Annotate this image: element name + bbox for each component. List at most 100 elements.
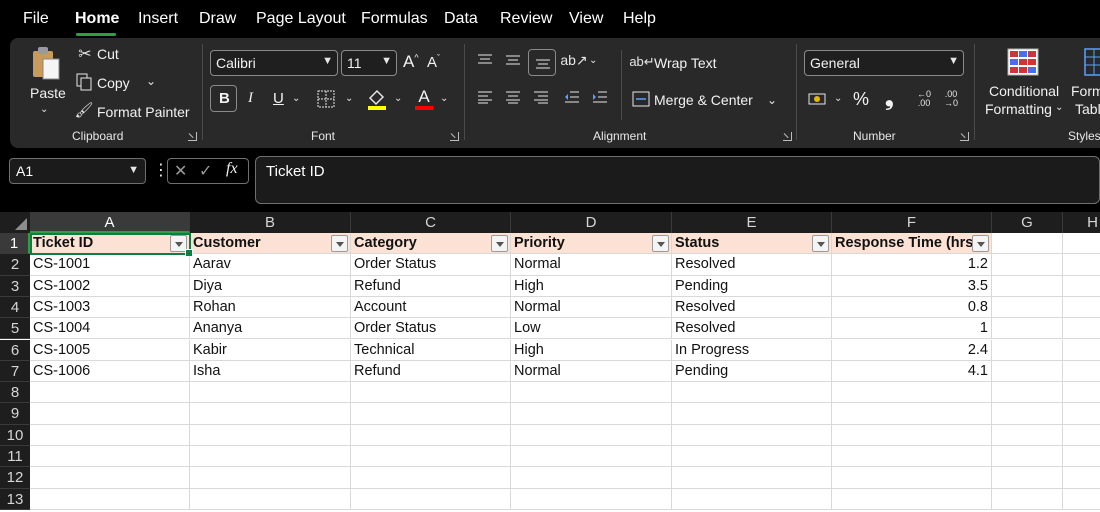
table-cell[interactable]: 0.8 [832,296,992,319]
row-header-6[interactable]: 6 [0,339,30,361]
tab-home[interactable]: Home [75,10,119,28]
table-header-cell[interactable]: Status [672,233,832,255]
table-cell[interactable]: CS-1002 [30,275,190,297]
empty-cell[interactable] [190,446,351,468]
fill-color-chevron-icon[interactable]: ⌄ [394,93,402,104]
merge-center-icon[interactable] [631,90,651,108]
table-cell[interactable]: Resolved [672,318,832,340]
row-header-10[interactable]: 10 [0,424,30,446]
filter-dropdown-icon[interactable] [491,235,508,252]
empty-cell[interactable] [511,488,672,510]
empty-cell[interactable] [1063,233,1100,255]
empty-cell[interactable] [30,424,190,446]
row-header-9[interactable]: 9 [0,403,30,425]
empty-cell[interactable] [190,488,351,510]
wrap-text-icon[interactable]: ab↵ [629,53,654,71]
column-header-d[interactable]: D [511,212,672,233]
formula-input[interactable]: Ticket ID [255,156,1100,204]
name-box[interactable]: A1 ▼ [9,158,146,184]
empty-cell[interactable] [992,233,1063,255]
empty-cell[interactable] [351,446,511,468]
empty-cell[interactable] [351,382,511,404]
empty-cell[interactable] [992,446,1063,468]
table-cell[interactable]: Technical [351,339,511,361]
table-cell[interactable]: Resolved [672,254,832,276]
table-cell[interactable]: Normal [511,296,672,319]
filter-dropdown-icon[interactable] [812,235,829,252]
empty-cell[interactable] [832,467,992,489]
align-bottom-button[interactable] [528,49,556,76]
filter-dropdown-icon[interactable] [331,235,348,252]
table-cell[interactable]: Pending [672,275,832,297]
number-format-select[interactable]: General ▼ [804,50,964,76]
column-header-g[interactable]: G [992,212,1063,233]
empty-cell[interactable] [832,424,992,446]
table-header-cell[interactable]: Customer [190,233,351,255]
align-right-icon[interactable] [532,89,550,105]
conditional-formatting-icon[interactable] [1007,48,1039,76]
font-size-select[interactable]: 11 ▼ [341,50,397,76]
empty-cell[interactable] [832,488,992,510]
empty-cell[interactable] [511,424,672,446]
table-cell[interactable]: Normal [511,254,672,276]
font-color-chevron-icon[interactable]: ⌄ [440,93,448,104]
empty-cell[interactable] [832,403,992,425]
empty-cell[interactable] [672,446,832,468]
column-header-c[interactable]: C [351,212,511,233]
empty-cell[interactable] [190,467,351,489]
insert-function-button[interactable]: fx [226,160,238,178]
table-header-cell[interactable]: Response Time (hrs) [832,233,992,255]
column-header-f[interactable]: F [832,212,992,233]
table-cell[interactable]: Diya [190,275,351,297]
table-cell[interactable]: 2.4 [832,339,992,361]
empty-cell[interactable] [351,403,511,425]
worksheet-grid[interactable]: ABCDEFGH 1 2 3 4 5 6 7 8 9 10 11 12 13 Ticket ID Cust… [0,212,1100,512]
empty-cell[interactable] [832,446,992,468]
empty-cell[interactable] [351,488,511,510]
row-header-4[interactable]: 4 [0,296,30,319]
tab-file[interactable]: File [23,10,49,28]
align-middle-icon[interactable] [504,52,522,68]
percent-style-button[interactable]: % [853,89,869,110]
align-left-icon[interactable] [476,89,494,105]
table-cell[interactable]: High [511,275,672,297]
row-header-5[interactable]: 5 [0,318,30,340]
row-header-3[interactable]: 3 [0,275,30,297]
font-launcher-icon[interactable] [450,132,459,141]
empty-cell[interactable] [511,467,672,489]
merge-center-chevron-icon[interactable]: ⌄ [767,93,777,107]
empty-cell[interactable] [1063,254,1100,276]
table-cell[interactable]: Account [351,296,511,319]
underline-button[interactable]: U [273,90,284,107]
empty-cell[interactable] [30,403,190,425]
empty-cell[interactable] [30,446,190,468]
table-cell[interactable]: CS-1006 [30,360,190,383]
empty-cell[interactable] [992,488,1063,510]
alignment-launcher-icon[interactable] [783,132,792,141]
clipboard-launcher-icon[interactable] [188,132,197,141]
empty-cell[interactable] [672,424,832,446]
format-as-table-icon[interactable] [1084,48,1100,76]
tab-draw[interactable]: Draw [199,10,236,28]
row-header-1[interactable]: 1 [0,233,30,255]
column-header-b[interactable]: B [190,212,351,233]
empty-cell[interactable] [992,424,1063,446]
empty-cell[interactable] [1063,340,1100,361]
paste-chevron-icon[interactable]: ⌄ [40,104,48,115]
filter-dropdown-icon[interactable] [972,235,989,252]
table-cell[interactable]: Normal [511,360,672,383]
accounting-format-icon[interactable] [807,90,829,108]
row-header-12[interactable]: 12 [0,467,30,489]
table-cell[interactable]: Order Status [351,254,511,276]
empty-cell[interactable] [992,467,1063,489]
align-top-icon[interactable] [476,52,494,68]
empty-cell[interactable] [1063,446,1100,468]
tab-page-layout[interactable]: Page Layout [256,10,346,28]
borders-icon[interactable] [316,89,336,109]
table-cell[interactable]: Rohan [190,296,351,319]
orientation-icon[interactable]: ab↗ [560,51,587,69]
empty-cell[interactable] [992,296,1063,319]
table-cell[interactable]: CS-1001 [30,254,190,276]
empty-cell[interactable] [30,488,190,510]
table-cell[interactable]: CS-1003 [30,296,190,319]
